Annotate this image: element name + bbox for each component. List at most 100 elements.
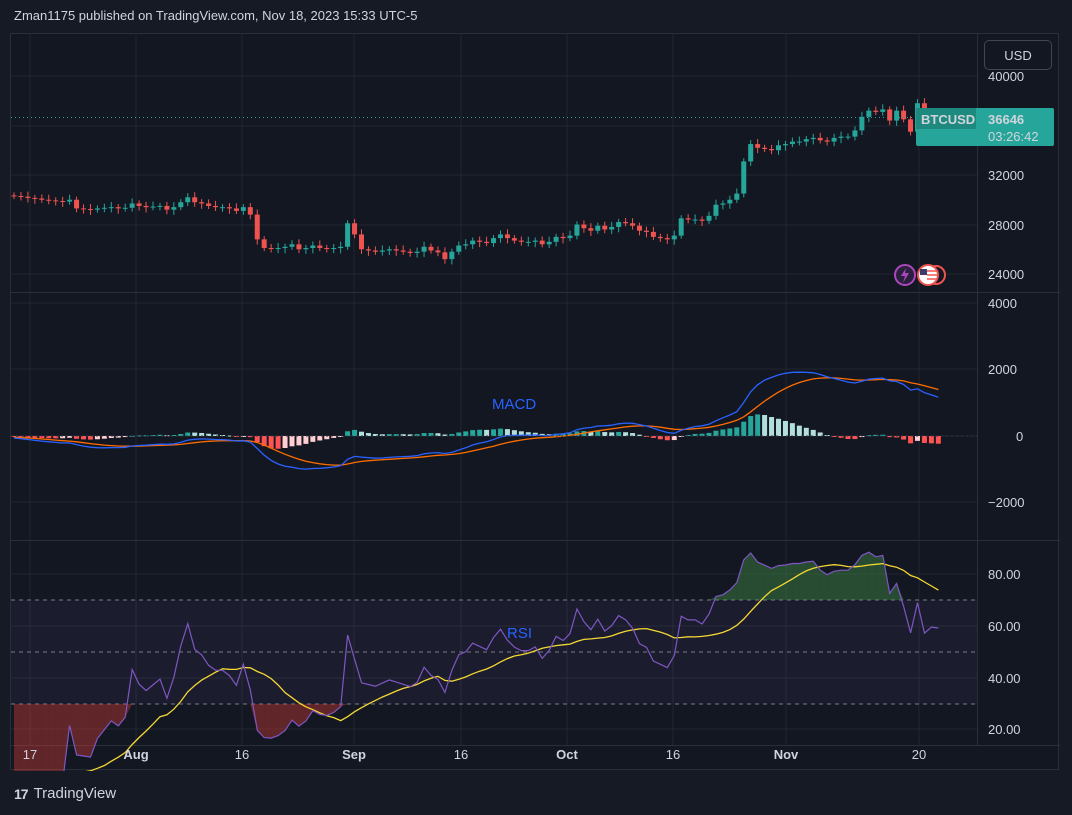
candle-body: [247, 207, 253, 215]
candle-body: [206, 203, 212, 206]
candle-body: [845, 136, 851, 138]
candle-body: [18, 196, 24, 198]
candle-body: [532, 240, 538, 242]
candle-body: [574, 224, 580, 236]
candle-body: [150, 206, 156, 208]
time-tick-label: Nov: [774, 747, 799, 762]
candle-body: [657, 236, 663, 239]
candle-body: [491, 238, 497, 244]
macd-histogram-bar: [782, 420, 788, 436]
macd-histogram-bar: [359, 431, 364, 436]
macd-histogram-bar: [901, 436, 907, 440]
candle-body: [671, 235, 677, 240]
candle-body: [428, 246, 434, 251]
candle-body: [477, 240, 483, 242]
rsi-oversold-fill: [76, 704, 84, 757]
rsi-overbought-fill: [764, 565, 772, 600]
candle-body: [143, 205, 149, 208]
chart-canvas[interactable]: MACD RSI 40000 32000 28000 24000 4000 2000 0 −200…: [11, 34, 1060, 771]
chart-container[interactable]: MACD RSI 40000 32000 28000 24000 4000 2000 0 −200…: [10, 33, 1060, 771]
candle-body: [699, 219, 705, 221]
candle-body: [470, 240, 476, 245]
candle-body: [692, 219, 698, 221]
currency-button[interactable]: USD: [984, 40, 1052, 70]
rsi-tick-label: 40.00: [988, 671, 1021, 686]
macd-histogram-bar: [296, 436, 302, 446]
tradingview-mark-icon: 17: [14, 785, 29, 802]
candle-body: [824, 140, 830, 142]
candle-body: [115, 207, 121, 209]
candle-body: [60, 200, 66, 202]
candle-body: [838, 136, 844, 138]
candle-body: [518, 240, 524, 242]
candle-body: [685, 218, 691, 220]
candle-body: [504, 234, 510, 239]
macd-histogram-bar: [727, 428, 733, 436]
last-price-value: 36646: [988, 112, 1024, 127]
rsi-oversold-fill: [83, 704, 91, 758]
candle-body: [233, 208, 239, 211]
candle-body: [498, 234, 503, 239]
candle-body: [359, 234, 364, 250]
macd-line: [13, 371, 939, 470]
candle-body: [901, 110, 907, 120]
candle-body: [282, 246, 288, 249]
rsi-overbought-fill: [875, 555, 883, 600]
price-tick-label: 28000: [988, 218, 1024, 233]
macd-tick-label: 2000: [988, 362, 1017, 377]
candle-body: [567, 235, 573, 239]
candle-body: [53, 200, 59, 202]
candle-body: [171, 207, 177, 210]
candle-body: [11, 195, 17, 197]
rsi-overbought-fill: [722, 589, 730, 600]
candle-body: [720, 203, 726, 205]
candle-body: [880, 109, 886, 112]
candle-body: [762, 147, 768, 150]
rsi-tick-label: 20.00: [988, 722, 1021, 737]
macd-histogram-bar: [282, 436, 288, 449]
candle-body: [379, 250, 385, 252]
macd-histogram-bar: [491, 429, 497, 436]
rsi-oversold-fill: [271, 704, 279, 739]
candle-body: [643, 230, 649, 232]
candle-body: [289, 244, 295, 247]
tradingview-logo[interactable]: 17 TradingView: [14, 785, 116, 802]
candle-body: [623, 222, 629, 224]
candle-body: [727, 199, 733, 204]
candle-body: [887, 109, 893, 121]
candle-body: [372, 250, 378, 252]
rsi-oversold-fill: [285, 704, 292, 731]
candle-body: [386, 249, 392, 251]
candle-body: [25, 196, 31, 198]
macd-histogram-bar: [602, 432, 608, 436]
rsi-overbought-fill: [799, 561, 807, 600]
candle-body: [789, 141, 795, 145]
candle-body: [769, 149, 775, 151]
time-tick-label: Oct: [556, 747, 578, 762]
macd-histogram-bar: [908, 436, 914, 444]
rsi-oversold-fill: [14, 704, 21, 771]
candle-body: [303, 248, 309, 250]
macd-histogram-bar: [456, 432, 462, 436]
rsi-overbought-fill: [743, 553, 751, 600]
candle-body: [87, 209, 93, 211]
macd-histogram-bar: [303, 436, 309, 444]
candle-body: [192, 197, 198, 203]
candle-body: [136, 203, 142, 206]
macd-histogram-bar: [616, 431, 622, 436]
candle-body: [588, 228, 594, 231]
candle-body: [664, 238, 670, 240]
candle-body: [39, 198, 45, 200]
macd-histogram-bar: [268, 436, 274, 449]
macd-pane: MACD: [11, 371, 977, 470]
rsi-label: RSI: [507, 625, 532, 642]
macd-histogram-bar: [928, 436, 934, 444]
candle-body: [873, 110, 879, 112]
rsi-oversold-fill: [48, 704, 56, 771]
candle-body: [866, 110, 872, 117]
candle-body: [74, 199, 80, 209]
macd-histogram-bar: [595, 431, 601, 436]
time-tick-label: 16: [666, 747, 680, 762]
candle-body: [317, 245, 323, 249]
countdown-timer: 03:26:42: [988, 129, 1039, 144]
